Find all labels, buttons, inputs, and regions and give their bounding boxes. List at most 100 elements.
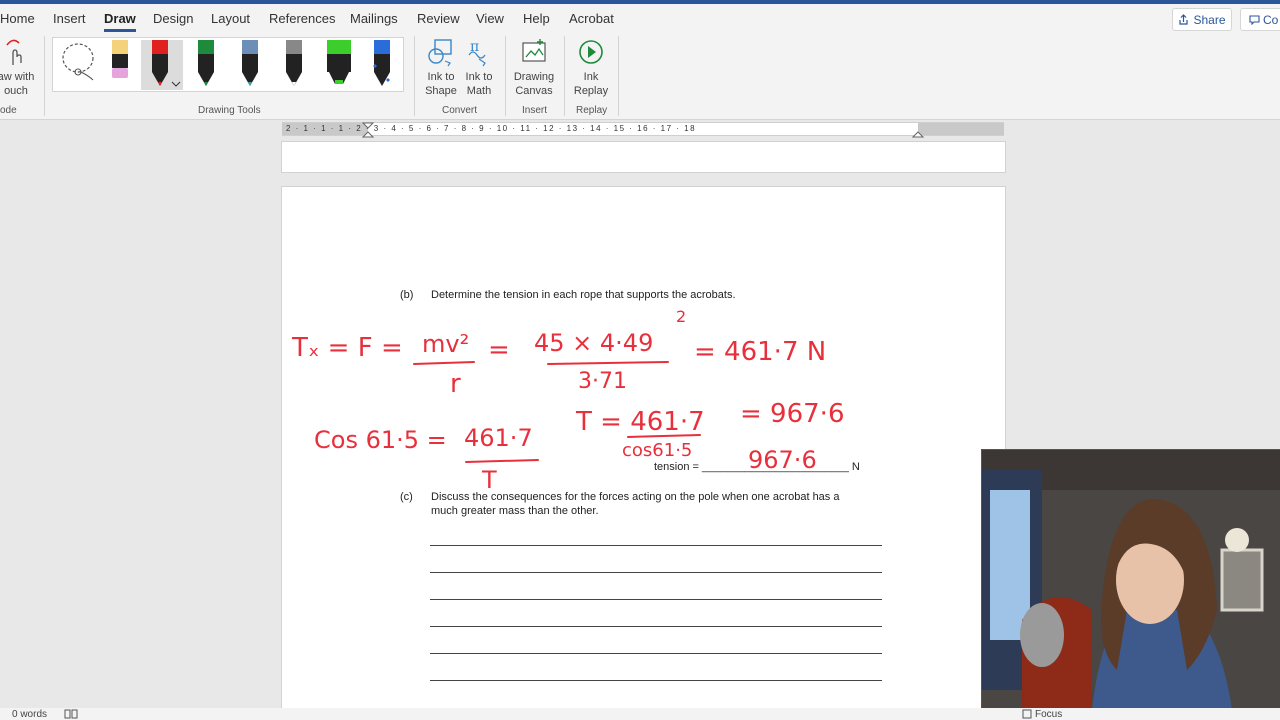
- tab-design[interactable]: Design: [153, 11, 193, 26]
- group-label-convert: Convert: [442, 105, 478, 116]
- tab-acrobat[interactable]: Acrobat: [569, 11, 614, 26]
- ink-line2-den: T: [481, 466, 497, 494]
- horizontal-ruler[interactable]: 2 · 1 · 1 · 1 · 2 · 3 · 4 · 5 · 6 · 7 · …: [282, 122, 1004, 138]
- question-c-text-line2: much greater mass than the other.: [431, 505, 599, 517]
- tab-view[interactable]: View: [476, 11, 504, 26]
- share-label: Share: [1193, 12, 1226, 27]
- grey-pen-icon: [286, 40, 302, 86]
- ink-line1-result: = 461·7 N: [694, 337, 826, 367]
- tab-layout[interactable]: Layout: [211, 11, 250, 26]
- comments-button[interactable]: Co: [1240, 8, 1280, 31]
- answer-line: [430, 626, 882, 627]
- ink-to-math-button[interactable]: π Ink to Math: [461, 37, 497, 98]
- divider: [618, 36, 619, 116]
- proofing-book-icon[interactable]: [64, 709, 78, 719]
- galaxy-pen-icon: [373, 40, 390, 86]
- tab-draw[interactable]: Draw: [104, 11, 136, 32]
- pen-green-tool[interactable]: [195, 40, 217, 90]
- ink-replay-icon: [579, 40, 603, 64]
- red-pen-icon: [152, 40, 181, 87]
- drawing-canvas-button[interactable]: Drawing Canvas: [511, 37, 557, 98]
- answer-line: [430, 680, 882, 681]
- draw-with-touch-button[interactable]: aw with ouch: [0, 37, 36, 98]
- answer-line: [430, 545, 882, 546]
- highlighter-icon: [327, 40, 351, 84]
- ink-line2-res: = 967·6: [740, 399, 844, 429]
- indent-marker-icon[interactable]: [362, 122, 374, 138]
- pen-grey-tool[interactable]: [283, 40, 305, 90]
- ink-line1-left: Tₓ = F =: [291, 333, 403, 363]
- ink-fraction-bar-3: [465, 459, 539, 463]
- lasso-icon: [62, 43, 94, 81]
- ink-line2-ans: 967·6: [748, 446, 817, 474]
- answer-line: [430, 572, 882, 573]
- tab-insert[interactable]: Insert: [53, 11, 86, 26]
- comment-icon: [1249, 14, 1260, 25]
- ink-to-math-label-1: Ink to: [465, 71, 493, 83]
- draw-with-touch-label-2: ouch: [4, 85, 28, 97]
- group-label-insert: Insert: [522, 105, 548, 116]
- draw-with-touch-label-1: aw with: [0, 71, 35, 83]
- ink-line2-t: T = 461·7: [575, 407, 705, 437]
- pencil-yellow-tool[interactable]: [109, 40, 131, 90]
- divider: [414, 36, 415, 116]
- status-bar: 0 words Focus: [0, 708, 1280, 720]
- highlighter-green-tool[interactable]: [325, 40, 353, 90]
- answer-line: [430, 599, 882, 600]
- ink-to-shape-icon: [428, 39, 452, 67]
- tab-help[interactable]: Help: [523, 11, 550, 26]
- webcam-overlay: [981, 449, 1280, 709]
- pen-teal-tool[interactable]: [239, 40, 261, 90]
- webcam-video-feed: [982, 450, 1280, 709]
- drawing-canvas-label-2: Canvas: [515, 85, 553, 97]
- share-icon: [1179, 14, 1189, 25]
- touch-draw-icon: [6, 39, 22, 65]
- ink-line1-r: r: [450, 369, 461, 399]
- drawing-canvas-label-1: Drawing: [513, 71, 555, 83]
- divider: [564, 36, 565, 116]
- ink-to-shape-label-2: Shape: [425, 85, 457, 97]
- ink-replay-label-1: Ink: [583, 71, 599, 83]
- ink-to-shape-label-1: Ink to: [427, 71, 455, 83]
- pen-galaxy-tool[interactable]: [371, 40, 393, 90]
- tab-review[interactable]: Review: [417, 11, 460, 26]
- ribbon-tab-bar: Home Insert Draw Design Layout Reference…: [0, 4, 1280, 32]
- share-button[interactable]: Share: [1172, 8, 1232, 31]
- green-pen-icon: [198, 40, 214, 86]
- previous-page-bottom: [281, 141, 1006, 173]
- ink-to-math-label-2: Math: [466, 85, 492, 97]
- ink-replay-label-2: Replay: [573, 85, 609, 97]
- divider: [44, 36, 45, 116]
- ink-line1-den: 3·71: [578, 369, 627, 394]
- focus-button[interactable]: Focus: [1035, 709, 1062, 720]
- ink-line1-num: 45 × 4·49: [534, 329, 653, 357]
- ink-fraction-bar-2: [547, 361, 669, 365]
- pencil-icon: [112, 40, 128, 78]
- group-label-replay: Replay: [576, 105, 608, 116]
- teal-pen-icon: [242, 40, 258, 86]
- ink-replay-button[interactable]: Ink Replay: [570, 37, 612, 98]
- group-label-mode: ode: [0, 105, 17, 116]
- ink-line1-mv: mv²: [422, 330, 469, 358]
- ink-line2-num: 461·7: [464, 424, 533, 452]
- focus-mode-icon[interactable]: [1022, 709, 1032, 719]
- group-label-drawing-tools: Drawing Tools: [198, 105, 261, 116]
- ink-fraction-bar-1: [413, 361, 475, 365]
- tab-home[interactable]: Home: [0, 11, 35, 26]
- ruler-numbers: 2 · 1 · 1 · 1 · 2 · 3 · 4 · 5 · 6 · 7 · …: [286, 124, 697, 133]
- ink-line2-cos: Cos 61·5 =: [314, 426, 447, 454]
- ink-to-math-icon: π: [468, 39, 486, 67]
- pen-red-tool[interactable]: [141, 40, 183, 90]
- ruler-right-margin: [918, 123, 1004, 135]
- handwritten-ink-layer[interactable]: Tₓ = F = mv² r = 45 × 4·49 2 3·71 = 461·…: [282, 296, 982, 496]
- word-count[interactable]: 0 words: [12, 709, 47, 720]
- right-indent-marker-icon[interactable]: [912, 128, 924, 138]
- tab-references[interactable]: References: [269, 11, 335, 26]
- tab-mailings[interactable]: Mailings: [350, 11, 398, 26]
- pen-gallery: [52, 37, 404, 92]
- draw-ribbon: aw with ouch ode Drawing Tools Ink to Sh…: [0, 32, 1280, 120]
- ink-line1-exp: 2: [676, 307, 686, 326]
- ink-to-shape-button[interactable]: Ink to Shape: [422, 37, 460, 98]
- comments-label: Co: [1263, 12, 1279, 27]
- lasso-select-tool[interactable]: [59, 40, 97, 90]
